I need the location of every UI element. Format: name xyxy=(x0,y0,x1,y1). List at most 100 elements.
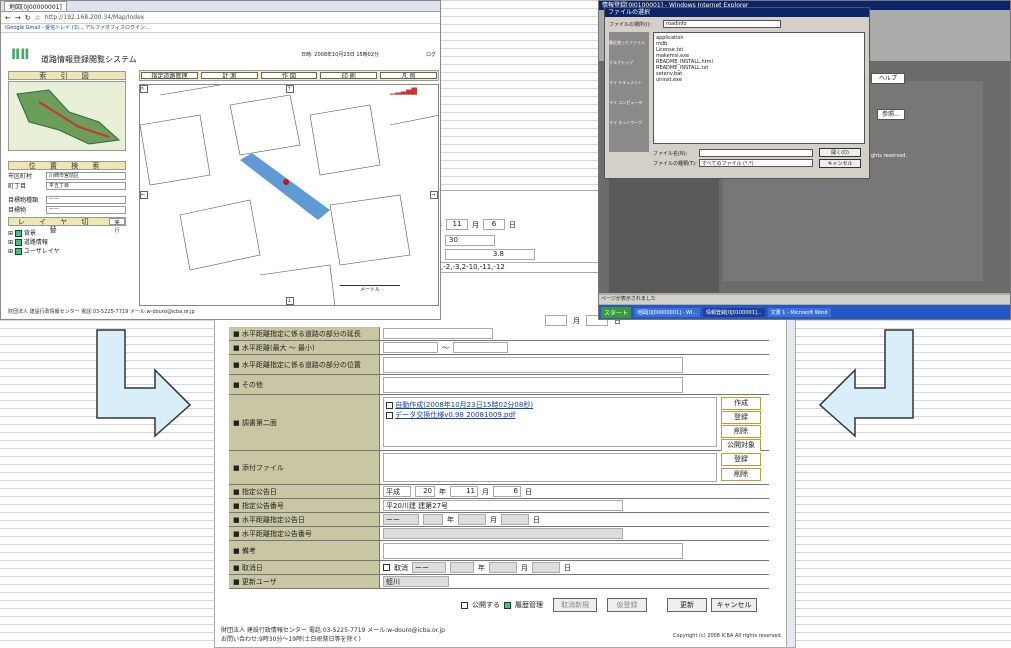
reload-icon[interactable]: ↻ xyxy=(25,14,31,22)
day-input[interactable]: 6 xyxy=(493,486,521,497)
pan-e-icon[interactable]: → xyxy=(430,191,438,199)
distance-max-input[interactable] xyxy=(383,342,438,353)
town-select[interactable]: 平五丁目 xyxy=(46,181,126,190)
tab-map[interactable]: 地図[0J00000001] xyxy=(4,1,67,11)
attach-register-button[interactable]: 登録 xyxy=(721,453,761,466)
pan-s-icon[interactable]: ↓ xyxy=(286,297,294,305)
cancel-checkbox[interactable] xyxy=(383,564,390,571)
taskbar-map[interactable]: 地図[0J00000001] - Wi... xyxy=(634,307,700,317)
place-desktop[interactable]: デスクトップ xyxy=(609,60,649,66)
city-select[interactable]: 川崎市宮前区 xyxy=(46,171,126,180)
place-documents[interactable]: マイ ドキュメント xyxy=(609,80,649,86)
filetype-select[interactable]: すべてのファイル (*.*) xyxy=(699,159,813,167)
extension-input[interactable] xyxy=(383,328,493,339)
row-h-notice-date: ■ 水平距離指定公告日 ーー 年 月 日 xyxy=(229,513,769,527)
value-30-field[interactable]: 30 xyxy=(445,235,495,246)
map-canvas[interactable]: ↖ ↑ → ← ↓ ▁▂▃▅▇ メートル xyxy=(139,84,439,306)
distance-min-input[interactable] xyxy=(453,342,508,353)
h-day-input[interactable] xyxy=(501,514,529,525)
field-label: 町丁目 xyxy=(8,183,27,190)
layer-run-button[interactable]: 実行 xyxy=(109,218,125,234)
cancel-new-button[interactable]: 取消新規 xyxy=(553,598,597,612)
other-textarea[interactable] xyxy=(383,376,683,393)
landmark-type-select[interactable]: ーー xyxy=(46,195,126,204)
pan-n-icon[interactable]: ↑ xyxy=(286,85,294,93)
month-input[interactable]: 11 xyxy=(450,486,478,497)
value-38-field[interactable]: 3.8 xyxy=(445,249,535,260)
day-field[interactable]: 6 xyxy=(483,219,505,230)
update-user-select[interactable]: 蛭川 xyxy=(383,576,449,587)
h-month-input[interactable] xyxy=(458,514,486,525)
menu-measure[interactable]: 計 測 xyxy=(200,72,258,80)
open-button[interactable]: 開く(O) xyxy=(819,148,861,157)
bookmarks-bar[interactable]: iGoogle Gmail - 受信トレイ (3)... アルファオフィスログイ… xyxy=(1,24,440,33)
start-button[interactable]: スタート xyxy=(601,306,632,318)
cancel-button[interactable]: キャンセル xyxy=(711,598,757,612)
h-era-select[interactable]: ーー xyxy=(383,514,419,525)
attach-delete-button[interactable]: 削除 xyxy=(721,468,761,481)
menu-draw[interactable]: 作 図 xyxy=(260,72,318,80)
file-item[interactable]: uninst.exe xyxy=(656,77,862,83)
h-notice-number-input[interactable] xyxy=(383,528,623,539)
footer-contact: 財団法人 建設行政情報センター 電話:03-5225-7719 メール:w-do… xyxy=(221,627,445,634)
layer-title-text: レ イ ヤ 切 替 xyxy=(17,218,95,234)
menu-print[interactable]: 印 刷 xyxy=(320,72,378,80)
bottom-actions: 公開する 履歴管理 取消新規 仮登録 更新 キャンセル xyxy=(461,598,757,612)
cancel-month-input[interactable] xyxy=(489,562,517,573)
year-input[interactable]: 20 xyxy=(415,486,435,497)
location-select[interactable]: roadinfo xyxy=(663,20,781,28)
browse-button[interactable]: 参照... xyxy=(877,109,905,120)
pan-nw-icon[interactable]: ↖ xyxy=(140,85,148,93)
register-button[interactable]: 登録 xyxy=(721,411,761,424)
create-button[interactable]: 作成 xyxy=(721,397,761,410)
address-bar: ← → ↻ ☆ http://192.168.200.34/Map/Index xyxy=(1,12,440,24)
row-label: ■ 指定公告日 xyxy=(229,485,380,498)
row-label: ■ 指定公告番号 xyxy=(229,499,380,512)
dialog-cancel-button[interactable]: キャンセル xyxy=(819,159,861,168)
delete-button[interactable]: 削除 xyxy=(721,425,761,438)
cancel-day-input[interactable] xyxy=(532,562,560,573)
publish-label: 公開する xyxy=(472,601,500,609)
month-field[interactable]: 11 xyxy=(446,219,468,230)
back-icon[interactable]: ← xyxy=(5,14,11,22)
temp-register-button[interactable]: 仮登録 xyxy=(607,598,647,612)
cancel-year-input[interactable] xyxy=(450,562,474,573)
menu-road-mgmt[interactable]: 指定道路管理 xyxy=(141,72,198,80)
place-network[interactable]: マイ ネットワーク xyxy=(609,120,649,126)
taskbar-info[interactable]: 情報登録[0J0100001]... xyxy=(703,307,765,317)
help-button[interactable]: ヘルプ xyxy=(871,73,905,84)
position-textarea[interactable] xyxy=(383,356,683,373)
landmark-select[interactable]: ーー xyxy=(46,205,126,214)
url-field[interactable]: http://192.168.200.34/Map/Index xyxy=(45,14,144,21)
doc-link[interactable]: 自動作成(2008年10月23日15時02分08秒) xyxy=(395,401,533,409)
star-icon[interactable]: ☆ xyxy=(35,14,41,22)
logout-link[interactable]: ログ xyxy=(426,51,436,58)
remarks-textarea[interactable] xyxy=(383,542,683,559)
row-document: ■ 調書第二面 自動作成(2008年10月23日15時02分08秒) データ交換… xyxy=(229,395,769,452)
doc-link[interactable]: データ交換仕様v0.98 20081009.pdf xyxy=(395,411,515,419)
layer-item[interactable]: ⊞ 背景 xyxy=(8,228,126,237)
row-attachment: ■ 添付ファイル 登録 削除 xyxy=(229,451,769,485)
doc-checkbox[interactable] xyxy=(386,411,393,419)
map-menu: 指定道路管理 計 測 作 図 印 刷 凡 例 xyxy=(139,70,439,81)
doc-checkbox[interactable] xyxy=(386,401,393,409)
filename-input[interactable] xyxy=(699,149,813,157)
zoom-bar-icon[interactable]: ▁▂▃▅▇ xyxy=(390,87,417,95)
update-button[interactable]: 更新 xyxy=(667,598,707,612)
index-map[interactable] xyxy=(8,81,126,151)
cancel-era-select[interactable]: ーー xyxy=(412,562,446,573)
layer-item[interactable]: ⊞ ユーザレイヤ xyxy=(8,246,126,255)
layer-item[interactable]: ⊞ 道路情報 xyxy=(8,237,126,246)
pan-w-icon[interactable]: ← xyxy=(140,191,148,199)
era-select[interactable]: 平成 xyxy=(383,486,411,497)
publish-checkbox[interactable] xyxy=(461,601,468,609)
month-field-2[interactable] xyxy=(545,315,567,326)
forward-icon[interactable]: → xyxy=(15,14,21,22)
menu-legend[interactable]: 凡 例 xyxy=(380,72,437,80)
place-recent[interactable]: 最近使ったファイル xyxy=(609,40,649,46)
taskbar-word[interactable]: 文書 1 - Microsoft Word xyxy=(767,307,831,317)
h-year-input[interactable] xyxy=(423,514,443,525)
notice-number-input[interactable]: 平20川建 建第27号 xyxy=(383,500,623,511)
history-checkbox[interactable] xyxy=(504,601,511,609)
place-computer[interactable]: マイ コンピュータ xyxy=(609,100,649,106)
